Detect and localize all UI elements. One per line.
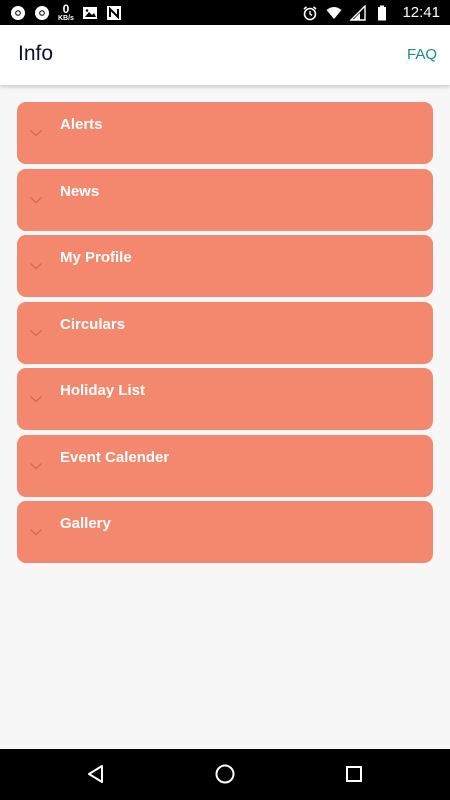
home-icon [215, 764, 235, 784]
chrome-icon [11, 5, 25, 20]
faq-link[interactable]: FAQ [407, 46, 437, 63]
info-menu-list: Alerts News My Profile Circulars Holiday… [17, 102, 433, 568]
back-icon [88, 765, 103, 783]
battery-icon [378, 5, 387, 20]
menu-item-label: Gallery [60, 515, 111, 532]
net-speed-value: 0 [62, 2, 70, 16]
chevron-down-icon [29, 462, 43, 470]
chevron-down-icon [29, 262, 43, 270]
alarm-icon [303, 5, 317, 20]
back-button[interactable] [84, 762, 108, 786]
n-icon [106, 5, 121, 20]
recents-button[interactable] [342, 762, 366, 786]
recents-icon [346, 766, 362, 782]
chevron-down-icon [29, 129, 43, 137]
status-bar: 0 KB/s 12:41 [0, 0, 450, 25]
chevron-down-icon [29, 395, 43, 403]
menu-item-label: Holiday List [60, 382, 146, 399]
image-icon [82, 6, 97, 19]
status-right-icons: 12:41 [302, 0, 440, 25]
home-button[interactable] [213, 762, 237, 786]
menu-item-alerts[interactable]: Alerts [17, 102, 433, 164]
menu-item-holiday-list[interactable]: Holiday List [17, 368, 433, 430]
chevron-down-icon [29, 329, 43, 337]
menu-item-label: Event Calender [60, 448, 170, 466]
signal-icon [350, 4, 367, 21]
menu-item-gallery[interactable]: Gallery [17, 501, 433, 563]
menu-item-circulars[interactable]: Circulars [17, 301, 433, 364]
chevron-down-icon [29, 528, 43, 536]
app-bar: Info FAQ [0, 25, 450, 85]
menu-item-event-calender[interactable]: Event Calender [17, 434, 433, 497]
menu-item-news[interactable]: News [17, 168, 433, 231]
page-title: Info [18, 42, 54, 65]
system-nav-bar [0, 749, 450, 800]
net-speed-unit: KB/s [58, 15, 74, 22]
menu-item-label: My Profile [60, 249, 132, 266]
chrome-icon [35, 5, 49, 20]
menu-item-label: Alerts [60, 116, 103, 133]
menu-item-my-profile[interactable]: My Profile [17, 235, 433, 297]
menu-item-label: News [60, 182, 100, 200]
net-speed-indicator: 0 KB/s [58, 3, 74, 22]
status-time: 12:41 [402, 4, 440, 21]
status-left-icons: 0 KB/s [10, 0, 122, 25]
wifi-icon [326, 6, 342, 19]
menu-item-label: Circulars [60, 315, 126, 333]
chevron-down-icon [29, 196, 43, 204]
